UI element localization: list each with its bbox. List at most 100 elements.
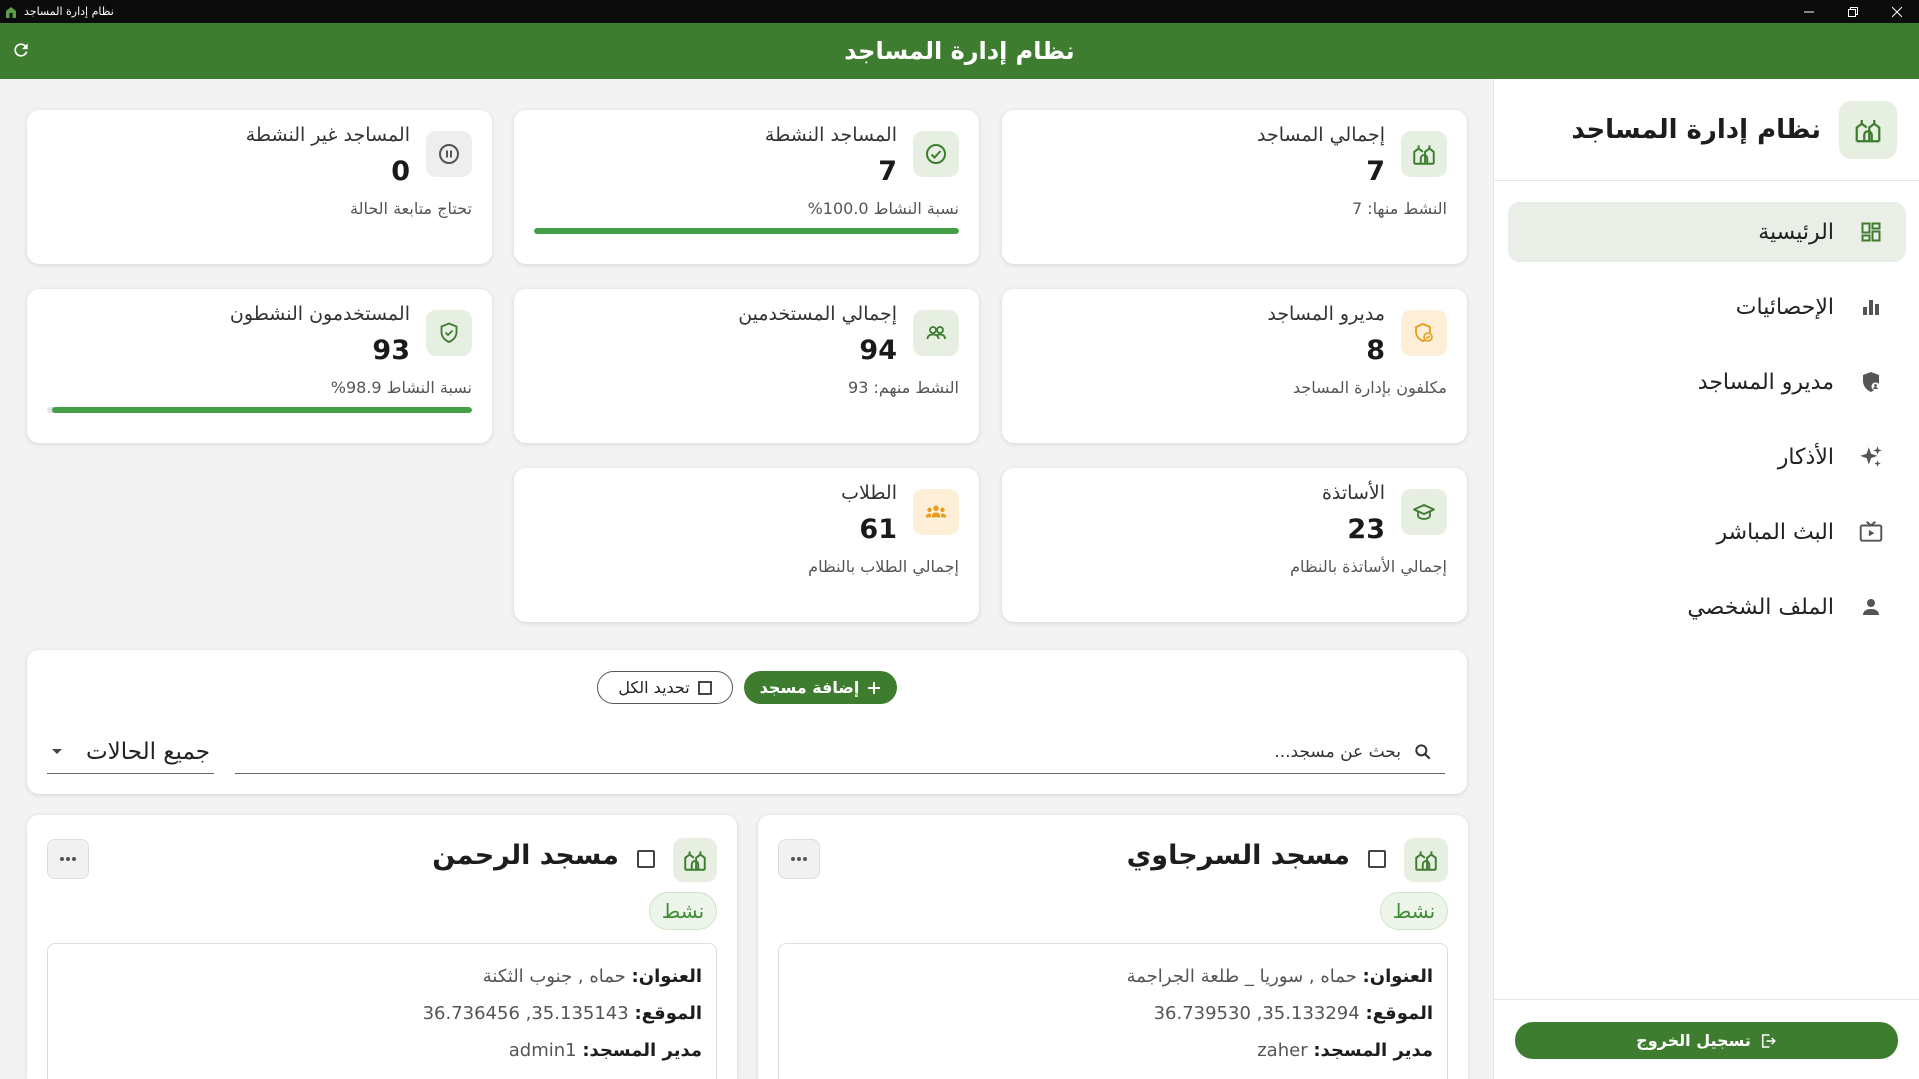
stat-subtitle: تحتاج متابعة الحالة xyxy=(350,199,472,218)
stat-title: الأساتذة xyxy=(1321,482,1385,504)
minimize-button[interactable] xyxy=(1787,0,1831,23)
stat-card-mosque-managers: مديرو المساجد 8 مكلفون بإدارة المساجد xyxy=(1002,289,1467,443)
stat-card-students: الطلاب 61 إجمالي الطلاب بالنظام xyxy=(514,468,979,622)
mosque-name: مسجد السرجاوي xyxy=(1126,840,1350,871)
progress-bar xyxy=(534,228,959,234)
minimize-icon xyxy=(1804,11,1814,12)
window-title: نظام إدارة المساجد xyxy=(24,5,114,18)
sidebar-item-label: الأذكار xyxy=(1777,444,1834,470)
mosque-card[interactable]: مسجد الرحمن نشط العنوان: حماه , جنوب الث… xyxy=(27,815,737,1079)
stat-value: 0 xyxy=(391,156,410,187)
sidebar-item-adhkar[interactable]: الأذكار xyxy=(1508,427,1906,487)
progress-fill xyxy=(51,407,472,413)
select-all-label: تحديد الكل xyxy=(618,678,690,697)
sidebar-brand-title: نظام إدارة المساجد xyxy=(1571,114,1821,145)
stat-value: 7 xyxy=(878,156,897,187)
graduation-cap-icon xyxy=(1401,489,1447,535)
status-filter-value: جميع الحالات xyxy=(85,739,210,765)
stat-subtitle: النشط منهم: 93 xyxy=(848,378,959,397)
sidebar-item-live-stream[interactable]: البث المباشر xyxy=(1508,502,1906,562)
logout-icon xyxy=(1759,1032,1777,1050)
manager-label: مدير المسجد: xyxy=(1313,1040,1433,1061)
stat-card-active-users: المستخدمون النشطون 93 نسبة النشاط 98.9% xyxy=(27,289,492,443)
stat-title: مديرو المساجد xyxy=(1267,303,1385,325)
stat-subtitle: النشط منها: 7 xyxy=(1351,199,1447,218)
sidebar-item-home[interactable]: الرئيسية xyxy=(1508,202,1906,262)
sidebar-header: نظام إدارة المساجد xyxy=(1494,79,1919,181)
progress-bar xyxy=(47,407,472,413)
search-icon xyxy=(1413,742,1433,762)
address-label: العنوان: xyxy=(1362,966,1433,987)
stat-value: 23 xyxy=(1347,514,1385,545)
more-options-button[interactable] xyxy=(47,839,89,879)
os-title-bar: نظام إدارة المساجد xyxy=(0,0,1919,23)
sidebar-item-mosque-managers[interactable]: مديرو المساجد xyxy=(1508,352,1906,412)
logout-button[interactable]: تسجيل الخروج xyxy=(1515,1022,1898,1059)
status-badge: نشط xyxy=(649,892,717,930)
mosque-address-row: العنوان: حماه , جنوب الثكنة xyxy=(62,958,702,995)
stat-card-total-users: إجمالي المستخدمين 94 النشط منهم: 93 xyxy=(514,289,979,443)
manager-value: zaher xyxy=(1257,1040,1308,1061)
address-value: حماه , جنوب الثكنة xyxy=(482,966,626,987)
location-value: 35.135143, 36.736456 xyxy=(422,1003,629,1024)
manager-badge-icon xyxy=(1401,310,1447,356)
stat-card-active-mosques: المساجد النشطة 7 نسبة النشاط 100.0% xyxy=(514,110,979,264)
mosque-location-row: الموقع: 35.135143, 36.736456 xyxy=(62,995,702,1032)
select-all-button[interactable]: تحديد الكل xyxy=(597,671,733,704)
group-icon xyxy=(913,489,959,535)
restore-button[interactable] xyxy=(1831,0,1875,23)
stat-title: إجمالي المساجد xyxy=(1257,124,1385,146)
mosque-logo-icon xyxy=(1839,100,1897,159)
address-value: حماه , سوريا _ طلعة الجراجمة xyxy=(1126,966,1357,987)
mosque-details-box: العنوان: حماه , جنوب الثكنة الموقع: 35.1… xyxy=(47,943,717,1079)
mosque-manager-row: مدير المسجد: admin1 xyxy=(62,1032,702,1069)
mosque-toolbar-panel: إضافة مسجد تحديد الكل جميع الحالات xyxy=(27,650,1467,794)
mosque-icon xyxy=(1404,838,1448,882)
stat-title: إجمالي المستخدمين xyxy=(738,303,897,325)
sidebar-item-profile[interactable]: الملف الشخصي xyxy=(1508,577,1906,637)
location-label: الموقع: xyxy=(634,1003,702,1024)
sidebar-item-statistics[interactable]: الإحصائيات xyxy=(1508,277,1906,337)
sidebar-item-label: مديرو المساجد xyxy=(1697,369,1834,395)
sidebar-item-label: الإحصائيات xyxy=(1735,294,1834,320)
window-controls xyxy=(1787,0,1919,23)
stat-value: 94 xyxy=(859,335,897,366)
stat-title: المستخدمون النشطون xyxy=(229,303,410,325)
plus-icon xyxy=(867,681,881,695)
users-icon xyxy=(913,310,959,356)
stat-card-inactive-mosques: المساجد غير النشطة 0 تحتاج متابعة الحالة xyxy=(27,110,492,264)
more-options-button[interactable] xyxy=(778,839,820,879)
address-label: العنوان: xyxy=(631,966,702,987)
search-field xyxy=(235,731,1445,774)
check-circle-icon xyxy=(913,131,959,177)
sidebar-item-label: البث المباشر xyxy=(1716,519,1835,545)
close-icon xyxy=(1892,6,1902,17)
mosque-select-checkbox[interactable] xyxy=(637,850,655,868)
stat-title: المساجد النشطة xyxy=(764,124,897,146)
verified-shield-icon xyxy=(426,310,472,356)
status-filter-dropdown[interactable]: جميع الحالات xyxy=(47,731,214,774)
os-title-group: نظام إدارة المساجد xyxy=(4,0,114,23)
mosque-card[interactable]: مسجد السرجاوي نشط العنوان: حماه , سوريا … xyxy=(758,815,1468,1079)
add-mosque-button[interactable]: إضافة مسجد xyxy=(744,671,897,704)
stat-value: 8 xyxy=(1366,335,1385,366)
close-button[interactable] xyxy=(1875,0,1919,23)
manager-label: مدير المسجد: xyxy=(582,1040,702,1061)
mosque-select-checkbox[interactable] xyxy=(1368,850,1386,868)
pause-circle-icon xyxy=(426,131,472,177)
sidebar-footer: تسجيل الخروج xyxy=(1494,999,1919,1079)
mosque-location-row: الموقع: 35.133294, 36.739530 xyxy=(793,995,1433,1032)
mosque-icon xyxy=(1401,131,1447,177)
search-input[interactable] xyxy=(501,742,1401,762)
sidebar: نظام إدارة المساجد الرئيسية الإحصائيات م… xyxy=(1493,79,1919,1079)
progress-fill xyxy=(534,228,959,234)
app-bar-title: نظام إدارة المساجد xyxy=(844,37,1075,65)
mosque-manager-row: مدير المسجد: zaher xyxy=(793,1032,1433,1069)
checkbox-outline-icon xyxy=(697,680,712,695)
stat-subtitle: مكلفون بإدارة المساجد xyxy=(1293,378,1447,397)
stat-title: الطلاب xyxy=(841,482,897,504)
stat-subtitle: إجمالي الأساتذة بالنظام xyxy=(1290,557,1447,576)
stat-title: المساجد غير النشطة xyxy=(245,124,410,146)
mosque-icon xyxy=(673,838,717,882)
sparkle-icon xyxy=(1858,444,1884,470)
